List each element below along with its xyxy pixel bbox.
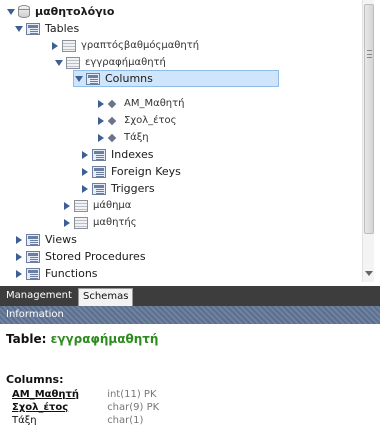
vertical-scrollbar[interactable]: [362, 0, 374, 282]
table-icon: [66, 56, 80, 69]
info-table-title: Table: εγγραφήμαθητή: [6, 332, 158, 346]
column-type: char(1): [107, 415, 144, 426]
collapse-arrow-icon[interactable]: [14, 24, 24, 34]
folder-icon: [26, 233, 40, 246]
schema-tree-panel[interactable]: μαθητολόγιο Tables γραπτόςβαθμόςμαθητή ε…: [0, 0, 380, 286]
database-icon: [18, 5, 30, 18]
column-info-row: Σχολ_έτος char(9) PK: [12, 401, 159, 414]
column-label: ΑΜ_Μαθητή: [124, 98, 185, 109]
columns-label: Columns: [105, 72, 153, 85]
tree-node-column[interactable]: Σχολ_έτος: [96, 112, 177, 129]
indexes-label: Indexes: [111, 148, 154, 161]
tree-node-views[interactable]: Views: [14, 231, 77, 248]
information-panel: Table: εγγραφήμαθητή Columns: ΑΜ_Μαθητή …: [0, 324, 380, 446]
tree-node-indexes[interactable]: Indexes: [80, 146, 153, 163]
column-info-row: Τάξη char(1): [12, 414, 143, 427]
column-info-row: ΑΜ_Μαθητή int(11) PK: [12, 388, 157, 401]
expand-arrow-icon[interactable]: [80, 184, 90, 194]
tree-node-table-enroll[interactable]: εγγραφήμαθητή: [54, 54, 166, 71]
expand-arrow-icon[interactable]: [50, 41, 60, 51]
information-header: Information: [0, 306, 380, 324]
tree-node-table-lesson[interactable]: μάθημα: [62, 197, 131, 214]
tree-node-table-grades[interactable]: γραπτόςβαθμόςμαθητή: [50, 37, 199, 54]
column-name: Τάξη: [12, 415, 37, 426]
columns-folder-icon: [86, 72, 100, 85]
collapse-arrow-icon[interactable]: [54, 58, 64, 68]
expand-arrow-icon[interactable]: [14, 269, 24, 279]
expand-arrow-icon[interactable]: [96, 99, 106, 109]
table-icon: [62, 39, 76, 52]
columns-heading: Columns:: [6, 373, 64, 386]
scroll-down-arrow-icon[interactable]: [365, 271, 373, 276]
tree-node-functions[interactable]: Functions: [14, 265, 98, 282]
column-diamond-icon: [108, 117, 116, 125]
column-diamond-icon: [108, 100, 116, 108]
column-diamond-icon: [108, 134, 116, 142]
expand-arrow-icon[interactable]: [80, 167, 90, 177]
functions-label: Functions: [45, 267, 98, 280]
table-icon: [74, 199, 88, 212]
scrollbar-thumb[interactable]: [364, 4, 374, 234]
folder-icon: [92, 165, 106, 178]
tree-node-table-student[interactable]: μαθητής: [62, 214, 137, 231]
table-label: μαθητής: [93, 217, 137, 228]
tree-node-foreign-keys[interactable]: Foreign Keys: [80, 163, 181, 180]
column-name: Σχολ_έτος: [12, 402, 69, 413]
column-name: ΑΜ_Μαθητή: [12, 389, 80, 400]
tab-management[interactable]: Management: [2, 288, 76, 306]
table-label: γραπτόςβαθμόςμαθητή: [81, 40, 200, 51]
tab-schemas[interactable]: Schemas: [78, 288, 134, 306]
stored-procedures-label: Stored Procedures: [45, 250, 146, 263]
folder-icon: [92, 148, 106, 161]
folder-icon: [92, 182, 106, 195]
tree-node-columns[interactable]: Columns: [73, 70, 279, 87]
collapse-arrow-icon[interactable]: [6, 7, 16, 17]
expand-arrow-icon[interactable]: [14, 235, 24, 245]
expand-arrow-icon[interactable]: [96, 116, 106, 126]
column-type: int(11) PK: [107, 389, 157, 400]
foreign-keys-label: Foreign Keys: [111, 165, 181, 178]
tree-node-stored-procedures[interactable]: Stored Procedures: [14, 248, 146, 265]
tree-node-column[interactable]: ΑΜ_Μαθητή: [96, 95, 185, 112]
column-type: char(9) PK: [107, 402, 160, 413]
tree-node-tables[interactable]: Tables: [14, 20, 79, 37]
collapse-arrow-icon[interactable]: [74, 74, 84, 84]
expand-arrow-icon[interactable]: [80, 150, 90, 160]
triggers-label: Triggers: [111, 182, 155, 195]
column-label: Σχολ_έτος: [124, 115, 177, 126]
expand-arrow-icon[interactable]: [62, 218, 72, 228]
folder-icon: [26, 250, 40, 263]
grip-icon: [367, 50, 372, 58]
table-title-prefix: Table:: [6, 332, 47, 346]
table-title-name: εγγραφήμαθητή: [50, 332, 159, 346]
tables-label: Tables: [45, 22, 80, 35]
folder-icon: [26, 267, 40, 280]
tree-node-triggers[interactable]: Triggers: [80, 180, 155, 197]
views-label: Views: [45, 233, 77, 246]
table-icon: [74, 216, 88, 229]
schema-label: μαθητολόγιο: [35, 5, 115, 18]
tree-node-schema[interactable]: μαθητολόγιο: [6, 3, 114, 20]
tree-node-column[interactable]: Τάξη: [96, 129, 149, 146]
folder-icon: [26, 22, 40, 35]
expand-arrow-icon[interactable]: [14, 252, 24, 262]
sidebar-tab-bar: Management Schemas: [0, 286, 380, 306]
column-label: Τάξη: [124, 132, 149, 143]
table-label: μάθημα: [93, 200, 132, 211]
expand-arrow-icon[interactable]: [62, 201, 72, 211]
table-label: εγγραφήμαθητή: [85, 57, 166, 68]
expand-arrow-icon[interactable]: [96, 133, 106, 143]
